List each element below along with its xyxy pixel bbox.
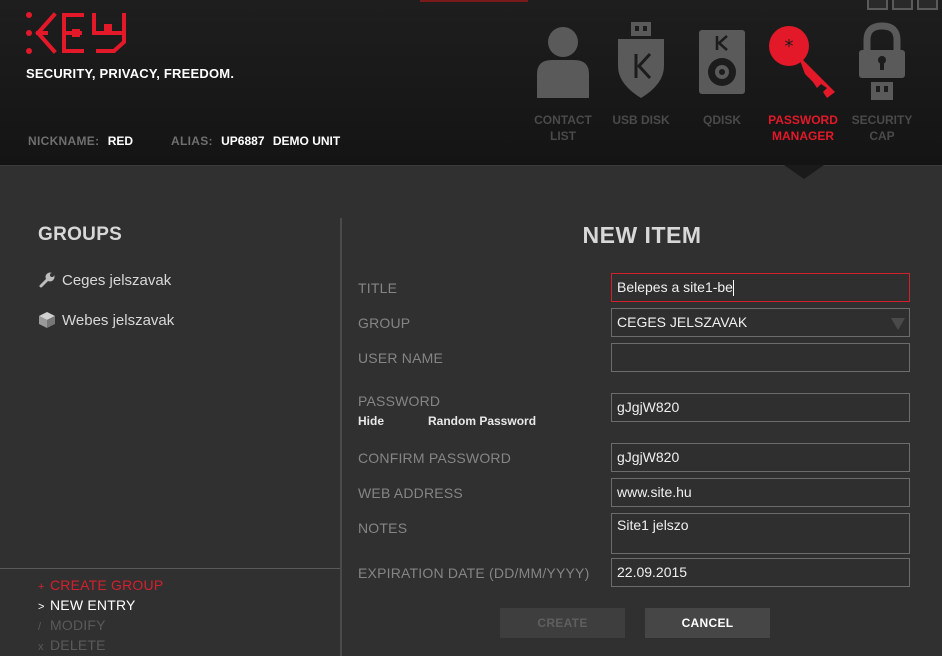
dropdown-arrow-icon	[891, 318, 905, 330]
wrench-icon	[39, 272, 55, 288]
notes-textarea[interactable]: Site1 jelszo	[611, 513, 910, 554]
group-item-webes[interactable]: Webes jelszavak	[38, 309, 174, 331]
window-controls	[867, 0, 938, 10]
chevron-right-icon: >	[38, 601, 45, 613]
group-item-label: Ceges jelszavak	[62, 271, 172, 289]
create-button[interactable]: CREATE	[500, 608, 625, 638]
pencil-icon: /	[38, 621, 42, 633]
nav-qdisk[interactable]: QDISK	[682, 22, 762, 147]
usb-shield-icon	[618, 22, 664, 98]
disk-icon	[699, 30, 745, 94]
nav-security-cap-label: SECURITY CAP	[851, 113, 913, 143]
user-name-label: USER NAME	[358, 350, 444, 366]
title-input[interactable]: Belepes a site1-be	[611, 273, 910, 302]
web-address-input[interactable]: www.site.hu	[611, 478, 910, 507]
expiration-date-input[interactable]: 22.09.2015	[611, 558, 910, 587]
nav-qdisk-label: QDISK	[702, 113, 741, 127]
nav-security-cap[interactable]: SECURITY CAP	[842, 22, 922, 147]
nav-usb-disk-label: USB DISK	[612, 113, 670, 127]
maximize-button[interactable]	[892, 0, 913, 10]
expiration-date-label: EXPIRATION DATE (DD/MM/YYYY)	[358, 565, 590, 581]
group-item-label: Webes jelszavak	[62, 311, 175, 329]
alias-value: UP6887	[221, 134, 265, 148]
nickname-label: NICKNAME:	[28, 134, 100, 148]
text-caret	[732, 280, 734, 297]
form-title: NEW ITEM	[582, 222, 702, 248]
nav-contact-list[interactable]: CONTACT LIST	[523, 22, 603, 147]
password-label: PASSWORD	[358, 393, 441, 409]
random-password-link[interactable]: Random Password	[428, 414, 536, 428]
padlock-icon	[859, 22, 905, 100]
confirm-password-input[interactable]: gJgjW820	[611, 443, 910, 472]
notes-label: NOTES	[358, 520, 408, 536]
nickname-value: RED	[107, 134, 134, 148]
cancel-button[interactable]: CANCEL	[645, 608, 770, 638]
modify-action[interactable]: / MODIFY	[38, 617, 106, 633]
svg-text:*: *	[785, 36, 794, 57]
nav-password-manager-label: PASSWORD MANAGER	[768, 113, 838, 143]
active-tab-pointer	[784, 165, 824, 179]
title-label: TITLE	[358, 280, 398, 296]
plus-icon: +	[38, 581, 45, 593]
create-group-action[interactable]: + CREATE GROUP	[38, 577, 163, 593]
person-icon	[537, 27, 589, 98]
hide-password-link[interactable]: Hide	[358, 414, 384, 428]
nickname: NICKNAME: RED	[28, 134, 133, 148]
key-logo	[26, 12, 126, 54]
nav-usb-disk[interactable]: USB DISK	[601, 22, 681, 147]
groups-title: GROUPS	[38, 224, 123, 245]
panel-divider	[340, 218, 342, 656]
close-button[interactable]	[917, 0, 938, 10]
new-entry-action[interactable]: > NEW ENTRY	[38, 597, 136, 613]
top-notch	[420, 0, 528, 2]
group-select[interactable]: CEGES JELSZAVAK	[611, 308, 910, 337]
nav-password-manager[interactable]: * PASSWORD MANAGER	[763, 22, 843, 147]
nav-contact-list-label: CONTACT LIST	[534, 113, 592, 143]
alias: ALIAS: UP6887 DEMO UNIT	[171, 134, 340, 148]
group-item-ceges[interactable]: Ceges jelszavak	[38, 269, 171, 291]
unit-value: DEMO UNIT	[272, 134, 341, 148]
delete-action[interactable]: x DELETE	[38, 637, 106, 653]
cube-icon	[39, 312, 55, 328]
x-icon: x	[38, 641, 44, 653]
key-icon: *	[769, 26, 835, 98]
password-input[interactable]: gJgjW820	[611, 393, 910, 422]
left-panel-separator	[0, 568, 340, 569]
minimize-button[interactable]	[867, 0, 888, 10]
tagline: SECURITY, PRIVACY, FREEDOM.	[26, 66, 235, 81]
alias-label: ALIAS:	[171, 134, 213, 148]
confirm-password-label: CONFIRM PASSWORD	[358, 450, 512, 466]
app-header: SECURITY, PRIVACY, FREEDOM. NICKNAME: RE…	[0, 0, 942, 166]
group-label: GROUP	[358, 315, 411, 331]
user-name-input[interactable]	[611, 343, 910, 372]
web-address-label: WEB ADDRESS	[358, 485, 463, 501]
